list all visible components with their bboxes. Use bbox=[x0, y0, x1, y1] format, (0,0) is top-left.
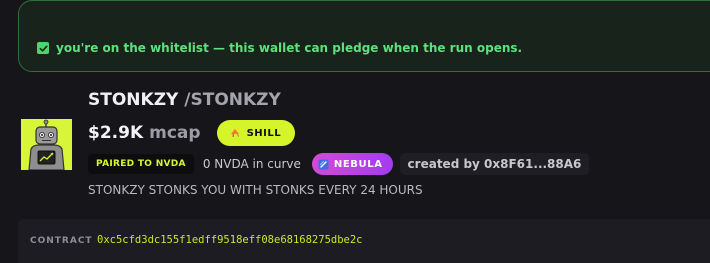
mcap-row: $2.9K mcap SHILL bbox=[88, 120, 296, 146]
market-cap-amount: $2.9K bbox=[88, 123, 144, 143]
robot-with-chart-avatar bbox=[21, 119, 72, 170]
shill-button[interactable]: SHILL bbox=[216, 120, 296, 146]
contract-address[interactable]: 0xc5cfd3dc155f1edff9518eff08e68168275dbe… bbox=[97, 234, 363, 246]
token-name: STONKZY bbox=[88, 90, 179, 110]
whitelist-banner-row: you're on the whitelist — this wallet ca… bbox=[37, 41, 522, 55]
whitelist-message: you're on the whitelist — this wallet ca… bbox=[56, 41, 523, 55]
token-description: STONKZY STONKS YOU WITH STONKS EVERY 24 … bbox=[88, 183, 423, 197]
shill-label: SHILL bbox=[246, 127, 282, 139]
token-avatar bbox=[21, 119, 72, 170]
nebula-platform-badge[interactable]: NEBULA bbox=[311, 153, 393, 175]
contract-label: CONTRACT bbox=[30, 236, 93, 246]
token-title: STONKZY /STONKZY bbox=[88, 90, 281, 110]
paired-badge: PAIRED TO NVDA bbox=[88, 154, 194, 174]
nebula-label: NEBULA bbox=[333, 158, 383, 170]
token-ticker: /STONKZY bbox=[184, 90, 281, 110]
nebula-logo-icon bbox=[318, 155, 329, 174]
market-cap-value: $2.9K mcap bbox=[88, 123, 201, 143]
checkbox-checked-icon bbox=[37, 42, 49, 54]
megaphone-icon bbox=[229, 124, 241, 143]
contract-bar: CONTRACT 0xc5cfd3dc155f1edff9518eff08e68… bbox=[18, 219, 710, 263]
curve-amount: 0 NVDA in curve bbox=[202, 157, 301, 171]
whitelist-banner: you're on the whitelist — this wallet ca… bbox=[18, 0, 710, 72]
page: you're on the whitelist — this wallet ca… bbox=[0, 0, 710, 263]
market-cap-unit: mcap bbox=[149, 123, 201, 143]
creator-address-link[interactable]: created by 0x8F61...88A6 bbox=[399, 153, 590, 175]
token-meta-row: PAIRED TO NVDA 0 NVDA in curve NEBULA cr… bbox=[88, 153, 590, 175]
